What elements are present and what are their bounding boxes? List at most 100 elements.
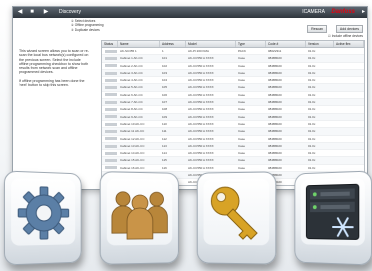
table-row[interactable]: Cabinet 13 AK-CC 113 AK-CC550 A XXXX Case 08…: [102, 142, 364, 151]
table-cell: 01.0x: [308, 56, 316, 61]
table-cell: [334, 106, 364, 112]
table-cell: AK-CC550 A XXXX: [188, 129, 214, 134]
table-cell: Cabinet 16 AK-CC: [120, 165, 145, 170]
table-cell: 084B8020: [268, 165, 282, 170]
status-cell: [102, 136, 118, 142]
table-row[interactable]: Cabinet 10 AK-CC 110 AK-CC550 A XXXX Case 08…: [102, 121, 364, 129]
status-bar: [105, 137, 117, 141]
users-tile[interactable]: [99, 171, 179, 265]
column-header[interactable]: Version: [306, 41, 334, 47]
back-arrow-icon[interactable]: ◀: [15, 8, 25, 17]
table-row[interactable]: Cabinet 15 AK-CC 115 AK-CC550 A XXXX Case 08…: [102, 157, 364, 165]
column-header[interactable]: Code #: [266, 41, 306, 47]
users-icon: [101, 172, 178, 264]
table-cell: Case: [238, 158, 246, 163]
table-row[interactable]: Cabinet 1 AK-CC 101 AK-CC550 A XXXX Case 084…: [102, 55, 364, 63]
table-row[interactable]: Cabinet 2 AK-CC 102 AK-CC550 A XXXX Case 084…: [102, 63, 364, 70]
table-cell: 108: [162, 107, 168, 112]
window-title: Discovery: [59, 9, 81, 15]
step-item[interactable]: ③ Duplicate devices: [71, 28, 104, 32]
table-cell: 01.0x: [308, 100, 316, 105]
column-header[interactable]: Address: [160, 41, 186, 47]
table-row[interactable]: Cabinet 9 AK-CC 109 AK-CC550 A XXXX Case 084…: [102, 113, 364, 121]
table-cell: Cabinet 8 AK-CC: [120, 107, 143, 112]
include-offline-checkbox[interactable]: ☑ Include offline devices: [328, 34, 363, 38]
controller-snowflake-icon: [295, 172, 371, 265]
table-cell: Cabinet 5 AK-CC: [120, 85, 143, 90]
table-cell: 01.0x: [308, 114, 316, 119]
table-cell: Case: [238, 136, 246, 141]
table-cell: 01.0x: [308, 121, 316, 126]
table-cell: Case: [238, 165, 246, 170]
table-cell: Case: [238, 92, 246, 97]
status-bar: [105, 71, 117, 75]
table-row[interactable]: Cabinet 7 AK-CC 107 AK-CC550 A XXXX Case 084…: [102, 99, 364, 107]
table-cell: [334, 63, 364, 69]
table-cell: 084B8020: [268, 129, 282, 134]
table-cell: 107: [162, 100, 168, 105]
table-row[interactable]: Cabinet 5 AK-CC 105 AK-CC550 A XXXX Case 084…: [102, 84, 364, 92]
table-row[interactable]: Cabinet 3 AK-CC 103 AK-CC550 A XXXX Case 084…: [102, 69, 364, 78]
column-header[interactable]: Status: [102, 41, 118, 47]
app-window: ◀ ■ ▶ Discovery ICAMERA Danfoss ▸ ① Sele…: [12, 6, 368, 190]
table-cell: AK-CC550 A XXXX: [188, 56, 214, 61]
table-cell: 084B8020: [268, 70, 282, 75]
table-cell: [334, 84, 364, 90]
table-row[interactable]: Cabinet 14 AK-CC 114 AK-CC550 A XXXX Case 08…: [102, 150, 364, 158]
table-cell: AK-CC550 A XXXX: [188, 165, 214, 170]
column-header[interactable]: Active flex: [334, 41, 364, 47]
status-bar: [105, 78, 117, 82]
wizard-steps: ① Select devices ② Offline programming ③…: [71, 19, 104, 32]
forward-arrow-icon[interactable]: ▶: [41, 8, 51, 17]
access-tile[interactable]: [196, 171, 277, 265]
controller-tile[interactable]: [294, 170, 372, 266]
table-row[interactable]: Cabinet 11 AK-CC 111 AK-CC550 A XXXX Case 08…: [102, 128, 364, 136]
home-icon[interactable]: ■: [27, 8, 37, 17]
table-cell: 109: [162, 114, 168, 119]
status-cell: [102, 99, 118, 105]
table-cell: Cabinet 15 AK-CC: [120, 158, 145, 163]
table-cell: [334, 150, 364, 156]
table-cell: 112: [162, 136, 167, 141]
table-cell: AK-CC550 A XXXX: [188, 63, 214, 68]
table-cell: 084B8020: [268, 100, 282, 105]
status-bar: [105, 93, 117, 97]
table-row[interactable]: Cabinet 4 AK-CC 104 AK-CC550 A XXXX Case 084…: [102, 77, 364, 85]
table-cell: Case: [238, 70, 246, 75]
status-bar: [105, 115, 117, 119]
table-cell: 106: [162, 92, 168, 97]
table-row[interactable]: Cabinet 8 AK-CC 108 AK-CC550 A XXXX Case 084…: [102, 106, 364, 114]
table-row[interactable]: Cabinet 12 AK-CC 112 AK-CC550 A XXXX Case 08…: [102, 136, 364, 143]
status-cell: [102, 92, 118, 98]
table-cell: 01.0x: [308, 107, 316, 112]
table-cell: 01.0x: [308, 92, 316, 97]
table-cell: 084B8020: [268, 136, 282, 141]
table-row[interactable]: Cabinet 6 AK-CC 106 AK-CC550 A XXXX Case 084…: [102, 92, 364, 100]
status-bar: [105, 56, 117, 60]
table-cell: 080Z2311: [268, 49, 282, 53]
status-cell: [102, 84, 118, 90]
status-bar: [105, 64, 117, 68]
table-cell: Cabinet 10 AK-CC: [120, 121, 145, 126]
table-cell: Case: [238, 85, 246, 90]
window-control-icon[interactable]: ▸: [362, 7, 365, 18]
table-cell: AK-CC550 A XXXX: [188, 85, 214, 90]
settings-tile[interactable]: [3, 170, 82, 266]
title-bar: ◀ ■ ▶ Discovery ICAMERA Danfoss ▸: [13, 7, 367, 18]
table-cell: 102: [162, 63, 168, 68]
table-cell: Case: [238, 107, 246, 112]
status-cell: [102, 48, 118, 54]
rescan-button[interactable]: Rescan: [307, 25, 327, 33]
table-row[interactable]: AK-SC355 1 1 AK-PI 200 KMA PACK 080Z2311 01.0…: [102, 48, 364, 56]
column-header[interactable]: Type: [236, 41, 266, 47]
table-cell: 113: [162, 143, 167, 148]
status-bar: [105, 122, 117, 126]
status-bar: [105, 86, 117, 90]
table-row[interactable]: Cabinet 16 AK-CC 116 AK-CC550 A XXXX Case 08…: [102, 165, 364, 173]
table-cell: Cabinet 4 AK-CC: [120, 78, 143, 83]
column-header[interactable]: Name: [118, 41, 160, 47]
table-cell: Case: [238, 63, 246, 68]
table-cell: 01.0x: [308, 158, 316, 163]
column-header[interactable]: Model: [186, 41, 236, 47]
add-devices-button[interactable]: Add devices: [335, 25, 363, 33]
